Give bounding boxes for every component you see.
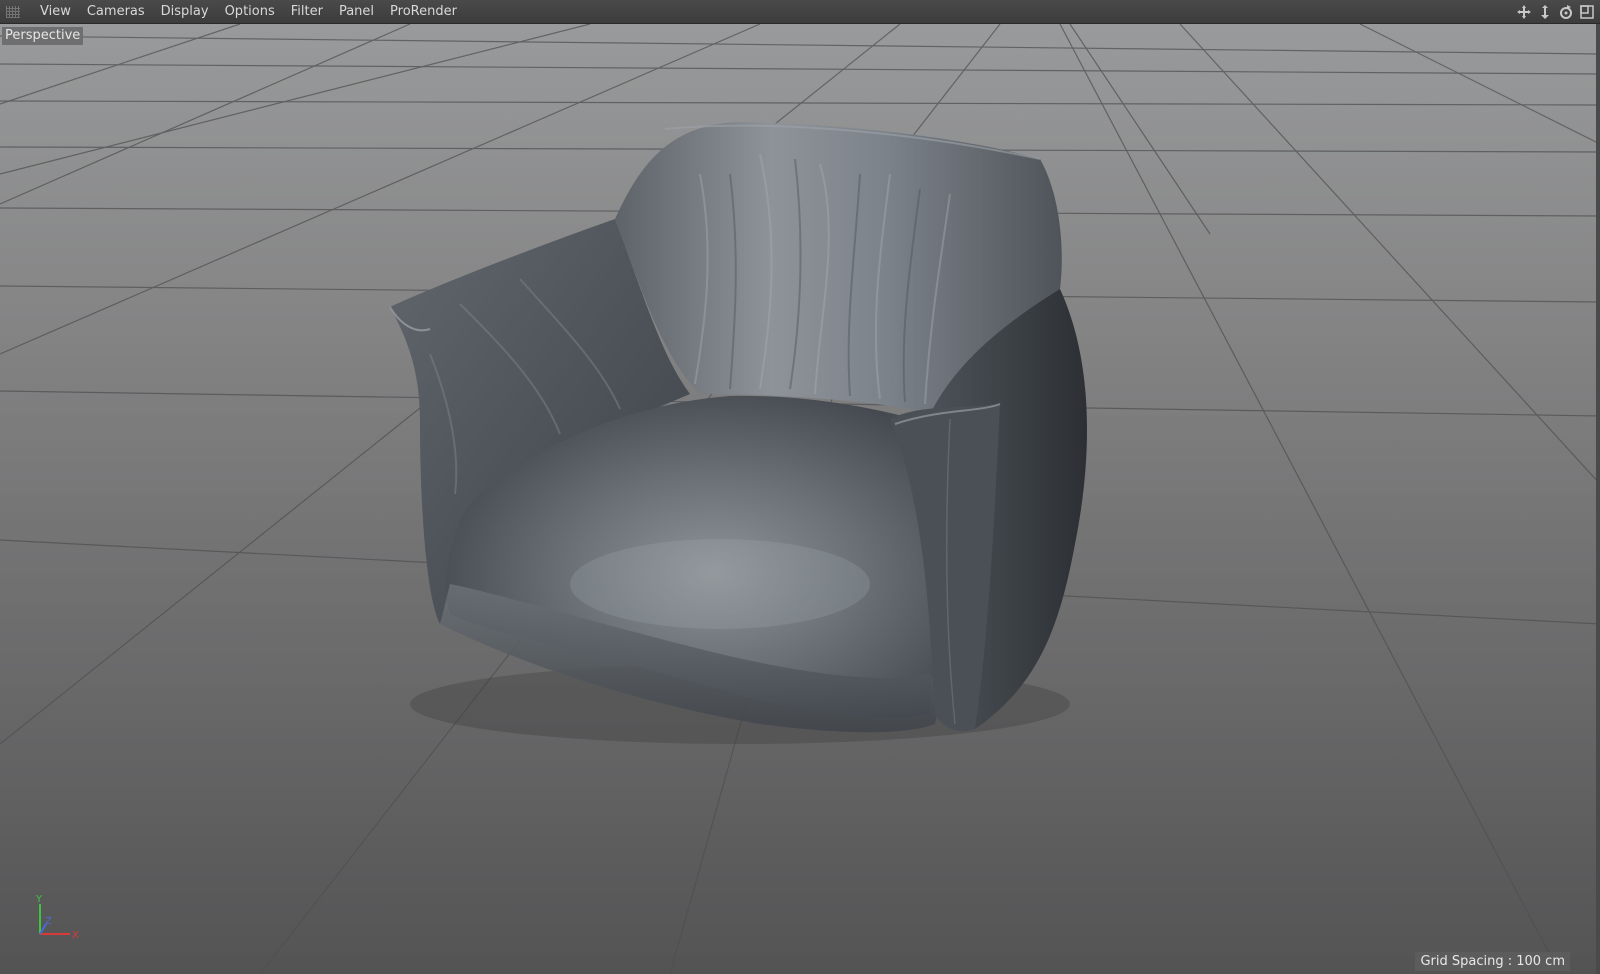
viewport-window: View Cameras Display Options Filter Pane…	[0, 0, 1600, 974]
menu-cameras[interactable]: Cameras	[79, 0, 153, 24]
viewport-statusbar	[0, 950, 1600, 974]
scene-canvas	[0, 24, 1600, 974]
axis-x-label: X	[72, 930, 79, 941]
grid-spacing-label: Grid Spacing : 100 cm	[1415, 952, 1570, 971]
menu-view[interactable]: View	[32, 0, 79, 24]
camera-label[interactable]: Perspective	[2, 27, 84, 45]
menu-panel[interactable]: Panel	[331, 0, 382, 24]
maximize-view-icon[interactable]	[1578, 2, 1596, 21]
axis-y-label: Y	[35, 894, 43, 905]
perspective-viewport[interactable]: Perspective Y Z X Grid Spacing : 100 cm	[0, 24, 1600, 974]
menu-prorender[interactable]: ProRender	[382, 0, 465, 24]
viewport-menubar: View Cameras Display Options Filter Pane…	[0, 0, 1600, 24]
view-navigation-icons	[1515, 2, 1596, 21]
menu-filter[interactable]: Filter	[283, 0, 331, 24]
viewport-right-border	[1596, 24, 1600, 974]
axis-z-label: Z	[45, 916, 52, 927]
panel-grip-icon[interactable]	[6, 5, 20, 18]
menu-options[interactable]: Options	[217, 0, 283, 24]
dolly-view-icon[interactable]	[1536, 2, 1554, 21]
axis-gizmo: Y Z X	[32, 894, 92, 944]
menu-display[interactable]: Display	[153, 0, 217, 24]
rotate-view-icon[interactable]	[1557, 2, 1575, 21]
move-view-icon[interactable]	[1515, 2, 1533, 21]
